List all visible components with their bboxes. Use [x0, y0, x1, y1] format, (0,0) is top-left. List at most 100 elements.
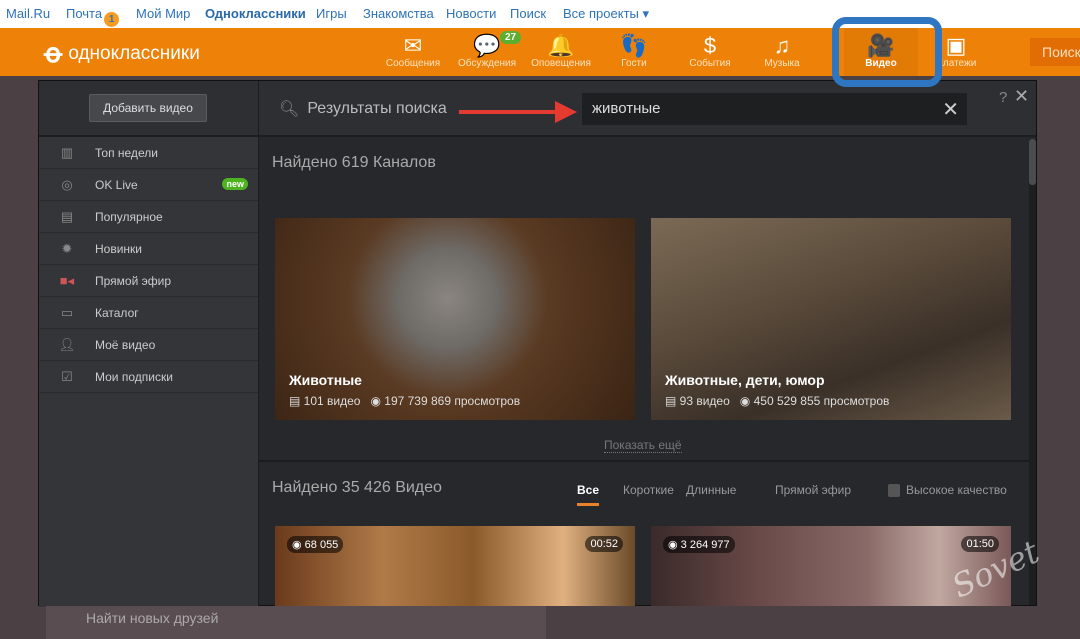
sidebar-item-new[interactable]: ✹ Новинки [39, 233, 258, 265]
results-title-text: Результаты поиска [307, 100, 447, 117]
modal-header: Добавить видео 🔍︎ Результаты поиска живот… [39, 81, 1036, 137]
sidebar-divider [258, 81, 259, 607]
nav-label: Гости [621, 58, 647, 69]
nav-notifications[interactable]: 🔔 Оповещения [526, 28, 596, 76]
tab-live[interactable]: Прямой эфир [775, 483, 851, 497]
videos-title: Найдено 35 426 Видео [272, 479, 442, 496]
sidebar-item-label: Популярное [95, 209, 163, 224]
sidebar-item-label: OK Live [95, 177, 138, 192]
discussions-badge: 27 [500, 31, 522, 44]
nav-guests[interactable]: 👣 Гости [610, 28, 658, 76]
show-more-link[interactable]: Показать ещё [604, 438, 682, 453]
link-games[interactable]: Игры [316, 6, 347, 21]
popular-icon: ▤ [60, 208, 74, 224]
video-views: ◉ 68 055 [287, 536, 344, 553]
highlight-annotation [832, 17, 942, 87]
events-icon: $ [703, 33, 717, 58]
section-divider [259, 460, 1029, 462]
views-value: 3 264 977 [680, 539, 730, 551]
live-icon: ◎ [61, 176, 73, 192]
ok-logo-icon: ꝋ [44, 38, 63, 68]
sidebar-item-top-week[interactable]: ▥ Топ недели [39, 137, 258, 169]
find-friends-link[interactable]: Найти новых друзей [46, 606, 546, 639]
link-mailru[interactable]: Mail.Ru [6, 6, 50, 21]
tab-long[interactable]: Длинные [686, 483, 736, 497]
checkbox-icon [888, 484, 900, 498]
ok-logo[interactable]: ꝋ одноклассники [44, 38, 200, 69]
nav-discussions[interactable]: 💬 27 Обсуждения [454, 28, 522, 76]
chart-icon: ▥ [60, 144, 74, 160]
sidebar-item-label: Топ недели [95, 145, 158, 160]
channel-views: 450 529 855 просмотров [753, 394, 890, 408]
link-search[interactable]: Поиск [510, 6, 546, 21]
catalog-icon: ▭ [60, 304, 74, 320]
nav-messages[interactable]: ✉ Сообщения [382, 28, 444, 76]
link-moymir[interactable]: Мой Мир [136, 6, 190, 21]
user-video-icon: 👤︎ [58, 336, 76, 352]
new-star-icon: ✹ [61, 240, 73, 256]
channel-views: 197 739 869 просмотров [384, 394, 521, 408]
channel-name: Животные, дети, юмор [665, 372, 825, 388]
red-arrow-annotation [459, 101, 577, 123]
search-input[interactable]: животные ✕ [582, 93, 967, 125]
sidebar-item-my-video[interactable]: 👤︎ Моё видео [39, 329, 258, 361]
link-all-projects[interactable]: Все проекты ▾ [563, 6, 649, 22]
nav-label: Оповещения [531, 58, 591, 69]
sidebar-item-catalog[interactable]: ▭ Каталог [39, 297, 258, 329]
help-button[interactable]: ? [999, 89, 1007, 106]
channel-videos: 93 видео [679, 394, 730, 408]
channel-videos: 101 видео [303, 394, 361, 408]
sidebar-item-live[interactable]: ■◂ Прямой эфир [39, 265, 258, 297]
results-title: 🔍︎ Результаты поиска [279, 99, 447, 119]
nav-label: Обсуждения [457, 58, 517, 69]
video-views: ◉ 3 264 977 [663, 536, 735, 553]
sidebar-item-label: Моё видео [95, 337, 156, 352]
tab-short[interactable]: Короткие [623, 483, 674, 497]
channel-card[interactable]: Животные ▤ 101 видео ◉ 197 739 869 просм… [275, 218, 635, 420]
close-modal-icon[interactable]: ✕ [1014, 86, 1029, 107]
video-modal: Добавить видео 🔍︎ Результаты поиска живот… [38, 80, 1037, 607]
tab-all[interactable]: Все [577, 483, 600, 506]
link-mail-label: Почта [66, 6, 103, 21]
nav-label: Сообщения [385, 58, 441, 69]
clear-search-icon[interactable]: ✕ [942, 97, 959, 122]
header-search[interactable]: Поиск [1030, 38, 1080, 66]
search-icon: 🔍︎ [279, 101, 300, 118]
sidebar-item-popular[interactable]: ▤ Популярное [39, 201, 258, 233]
video-sidebar: ▥ Топ недели ◎ OK Live new ▤ Популярное ✹ Нов… [39, 137, 258, 607]
channel-card[interactable]: Животные, дети, юмор ▤ 93 видео ◉ 450 52… [651, 218, 1011, 420]
search-value: животные [592, 100, 661, 117]
nav-label: Музыка [764, 58, 800, 69]
sidebar-item-label: Новинки [95, 241, 142, 256]
mail-badge: 1 [104, 12, 120, 27]
link-dating[interactable]: Знакомства [363, 6, 434, 21]
music-icon: ♫ [773, 33, 791, 58]
find-friends-label: Найти новых друзей [86, 610, 219, 626]
sidebar-item-label: Прямой эфир [95, 273, 171, 288]
channel-meta: ▤ 93 видео ◉ 450 529 855 просмотров [665, 394, 890, 408]
bell-icon: 🔔 [547, 33, 575, 58]
hq-checkbox[interactable]: Высокое качество [888, 483, 1007, 498]
views-value: 68 055 [304, 539, 339, 551]
video-card[interactable]: ◉ 68 055 00:52 [275, 526, 635, 606]
envelope-icon: ✉ [403, 33, 423, 58]
sidebar-item-ok-live[interactable]: ◎ OK Live new [39, 169, 258, 201]
sidebar-item-subscriptions[interactable]: ☑ Мои подписки [39, 361, 258, 393]
link-ok[interactable]: Одноклассники [205, 6, 306, 21]
channels-title: Найдено 619 Каналов [272, 154, 436, 171]
link-news[interactable]: Новости [446, 6, 496, 21]
nav-events[interactable]: $ События [682, 28, 738, 76]
add-video-button[interactable]: Добавить видео [89, 94, 207, 122]
scrollbar-thumb[interactable] [1029, 139, 1036, 185]
link-mail[interactable]: Почта 1 [66, 6, 120, 27]
sidebar-item-label: Мои подписки [95, 369, 173, 384]
video-duration: 00:52 [585, 536, 623, 552]
camera-icon: ■◂ [59, 272, 75, 288]
nav-label: События [689, 58, 731, 69]
hq-label: Высокое качество [906, 483, 1007, 497]
footprints-icon: 👣 [620, 33, 648, 58]
new-badge: new [222, 178, 248, 190]
nav-music[interactable]: ♫ Музыка [760, 28, 804, 76]
sidebar-item-label: Каталог [95, 305, 139, 320]
channel-meta: ▤ 101 видео ◉ 197 739 869 просмотров [289, 394, 521, 408]
